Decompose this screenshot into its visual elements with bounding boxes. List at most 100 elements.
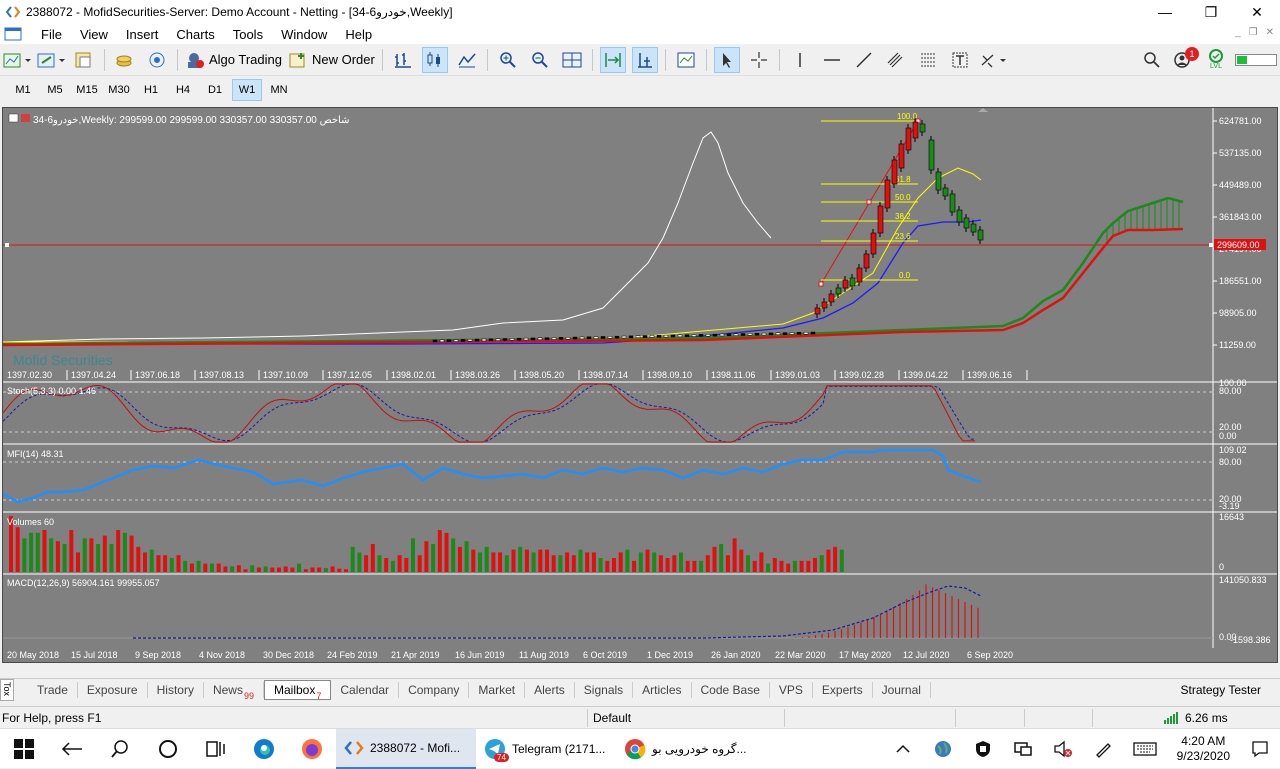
algo-trading-button[interactable]: Algo Trading [185,47,282,73]
timeframe-h1[interactable]: H1 [136,79,166,101]
taskbar-app-metatrader[interactable]: 2388072 - Mofi... [336,728,476,769]
timeframe-mn[interactable]: MN [264,79,294,101]
tab-company[interactable]: Company [399,681,470,698]
metatrader-logo-icon [6,6,20,18]
tab-trade[interactable]: Trade [28,681,78,698]
fibonacci-button[interactable] [915,47,941,73]
fib-level-label: 50.0 [895,193,911,202]
signals-button[interactable] [144,47,170,73]
new-chart-button[interactable] [3,47,31,73]
timeframe-m5[interactable]: M5 [40,79,70,101]
edge-button[interactable] [240,729,288,769]
tray-clock[interactable]: 4:20 AM 9/23/2020 [1177,734,1230,764]
restore-button[interactable]: ❐ [1188,0,1234,24]
toolbox-toggle[interactable]: Tox [0,678,14,701]
chart-canvas[interactable]: 624781.00537135.00449489.00361843.002741… [3,108,1277,662]
task-view-button[interactable] [192,729,240,769]
candle [835,287,842,295]
line-chart-button[interactable] [454,47,480,73]
show-hidden-icons-button[interactable] [883,729,923,769]
new-order-button[interactable]: New Order [288,47,375,73]
menu-view[interactable]: View [71,27,117,42]
tab-calendar[interactable]: Calendar [331,681,400,698]
trendline-button[interactable] [851,47,877,73]
minimize-button[interactable]: — [1142,0,1188,24]
volume-bar [102,535,107,572]
vertical-line-button[interactable] [787,47,813,73]
timeframe-h4[interactable]: H4 [168,79,198,101]
tray-network-button[interactable] [1003,729,1043,769]
action-center-button[interactable] [1240,729,1280,769]
tab-market[interactable]: Market [469,681,526,698]
tab-alerts[interactable]: Alerts [525,681,575,698]
text-button[interactable] [947,47,973,73]
chart-window[interactable]: 624781.00537135.00449489.00361843.002741… [2,107,1278,663]
mdi-restore-button[interactable]: ❐ [1249,27,1258,38]
start-button[interactable] [0,729,48,769]
tab-journal[interactable]: Journal [873,681,931,698]
menu-window[interactable]: Window [272,27,336,42]
close-button[interactable]: ✕ [1234,0,1280,24]
tile-windows-button[interactable] [559,47,585,73]
menu-help[interactable]: Help [336,27,381,42]
account-button[interactable]: 1 [1171,46,1199,73]
tab-code-base[interactable]: Code Base [692,681,770,698]
tray-keyboard-button[interactable] [1123,729,1167,769]
mdi-close-button[interactable]: ✕ [1266,27,1274,38]
history-center-button[interactable] [112,47,138,73]
tab-mailbox[interactable]: Mailbox7 [263,679,332,701]
profiles-button[interactable] [37,47,65,73]
candlestick-chart-button[interactable] [421,46,448,73]
lvl-button[interactable]: LVL [1203,47,1229,73]
taskbar-app-chrome[interactable]: گروه خودرویی بو... [616,729,756,769]
chart-shift-button[interactable] [631,46,658,73]
zoom-out-button[interactable] [527,47,553,73]
volume-bar [578,549,583,572]
tab-exposure[interactable]: Exposure [78,681,148,698]
tab-vps[interactable]: VPS [770,681,813,698]
menu-bar: File View Insert Charts Tools Window Hel… [0,24,1280,44]
equidistant-channel-button[interactable] [883,47,909,73]
crosshair-button[interactable] [746,47,772,73]
fibonacci-icon [920,53,935,66]
timeframe-d1[interactable]: D1 [200,79,230,101]
taskbar-app-telegram[interactable]: 74 Telegram (2171... [476,729,616,769]
templates-button[interactable] [673,47,699,73]
tab-articles[interactable]: Articles [633,681,692,698]
auto-scroll-button[interactable] [599,46,626,73]
shapes-button[interactable] [979,47,1009,73]
timeframe-w1[interactable]: W1 [232,79,262,101]
menu-charts[interactable]: Charts [167,27,223,42]
tray-pen-button[interactable] [1083,729,1123,769]
timeframe-m30[interactable]: M30 [104,79,134,101]
cortana-button[interactable] [144,729,192,769]
timeframe-m1[interactable]: M1 [8,79,38,101]
tray-globe-button[interactable] [923,729,963,769]
menu-insert[interactable]: Insert [117,27,168,42]
back-button[interactable] [48,729,96,769]
tray-shield-button[interactable] [963,729,1003,769]
tab-history[interactable]: History [148,681,204,698]
cursor-button[interactable] [713,46,740,73]
volume-bar [256,567,261,572]
search-button[interactable] [1139,47,1165,73]
bar-chart-button[interactable] [390,47,416,73]
strategy-tester-tab[interactable]: Strategy Tester [1181,683,1261,697]
tab-signals[interactable]: Signals [575,681,634,698]
chrome-icon [625,738,646,759]
timeframe-m15[interactable]: M15 [72,79,102,101]
tab-experts[interactable]: Experts [813,681,873,698]
price-label: 186551.00 [1219,276,1262,286]
chart-window-icon[interactable] [4,27,22,41]
zoom-in-button[interactable] [495,47,521,73]
horizontal-line-button[interactable] [819,47,845,73]
search-taskbar-button[interactable] [96,729,144,769]
mdi-minimize-button[interactable]: _ [1235,27,1241,38]
menu-file[interactable]: File [32,27,71,42]
tab-news[interactable]: News99 [204,681,264,701]
candle [928,139,935,171]
tray-volume-button[interactable] [1043,729,1083,769]
market-watch-button[interactable] [71,47,97,73]
menu-tools[interactable]: Tools [224,27,272,42]
firefox-button[interactable] [288,729,336,769]
